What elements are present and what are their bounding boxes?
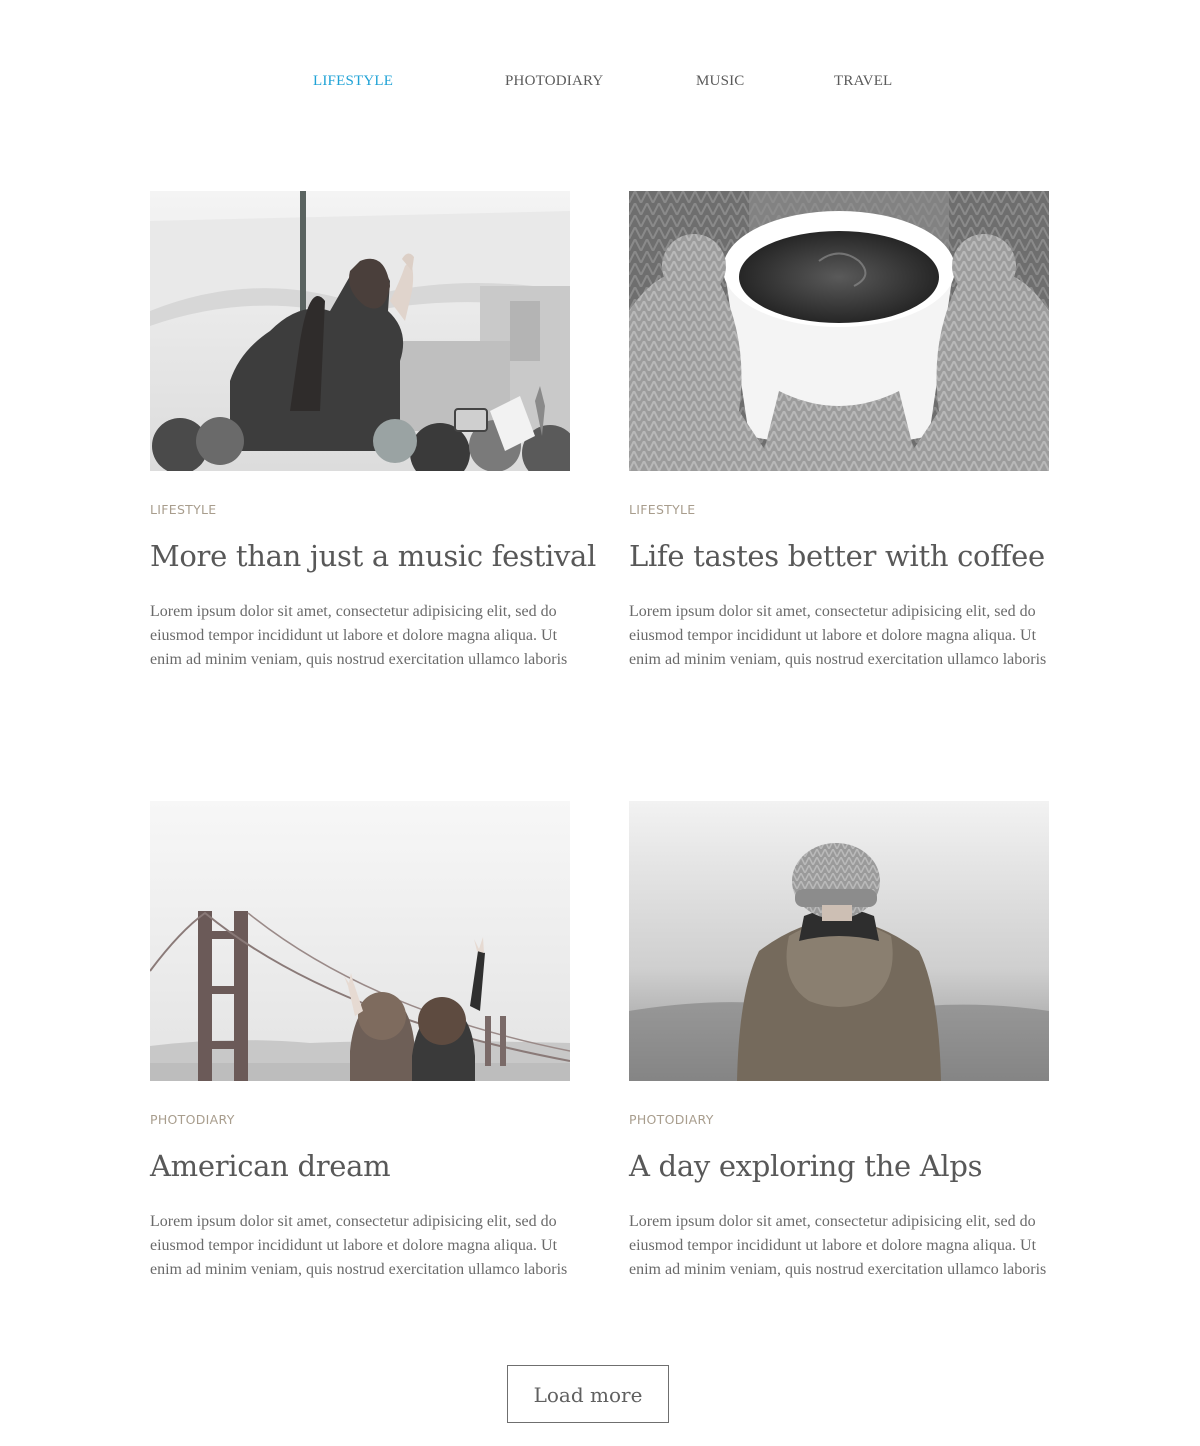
post-category[interactable]: PHOTODIARY: [150, 1112, 235, 1130]
nav-item-music[interactable]: MUSIC: [696, 73, 745, 90]
hiker-in-beanie-photo: [629, 801, 1049, 1081]
post-image[interactable]: [150, 191, 570, 471]
post-card: LIFESTYLE Life tastes better with coffee…: [629, 191, 1049, 688]
post-category[interactable]: LIFESTYLE: [629, 502, 696, 520]
post-category[interactable]: PHOTODIARY: [629, 1112, 714, 1130]
post-card: LIFESTYLE More than just a music festiva…: [150, 191, 596, 688]
excerpt-line: eiusmod tempor incididunt ut labore et d…: [150, 627, 558, 645]
concert-crowd-photo: [150, 191, 570, 471]
nav-item-photodiary[interactable]: PHOTODIARY: [505, 73, 603, 90]
post-title[interactable]: A day exploring the Alps: [629, 1146, 1049, 1186]
post-excerpt: Lorem ipsum dolor sit amet, consectetur …: [150, 600, 570, 672]
post-card: PHOTODIARY A day exploring the Alps Lore…: [629, 801, 1049, 1298]
category-nav: LIFESTYLE PHOTODIARY MUSIC TRAVEL: [0, 73, 1200, 93]
excerpt-line: enim ad minim veniam, quis nostrud exerc…: [150, 651, 568, 669]
load-more-button[interactable]: Load more: [507, 1365, 669, 1423]
excerpt-line: eiusmod tempor incididunt ut labore et d…: [150, 1237, 558, 1255]
excerpt-line: enim ad minim veniam, quis nostrud exerc…: [150, 1261, 568, 1279]
post-card: PHOTODIARY American dream Lorem ipsum do…: [150, 801, 570, 1298]
post-image[interactable]: [150, 801, 570, 1081]
coffee-cup-mittens-photo: [629, 191, 1049, 471]
excerpt-line: Lorem ipsum dolor sit amet, consectetur …: [150, 603, 557, 621]
post-category[interactable]: LIFESTYLE: [150, 502, 217, 520]
nav-item-travel[interactable]: TRAVEL: [834, 73, 892, 90]
post-excerpt: Lorem ipsum dolor sit amet, consectetur …: [629, 600, 1049, 672]
post-title[interactable]: American dream: [150, 1146, 570, 1186]
nav-item-lifestyle[interactable]: LIFESTYLE: [313, 73, 393, 90]
post-title[interactable]: Life tastes better with coffee: [629, 536, 1049, 576]
excerpt-line: enim ad minim veniam, quis nostrud exerc…: [629, 651, 1047, 669]
post-title[interactable]: More than just a music festival: [150, 536, 596, 576]
post-excerpt: Lorem ipsum dolor sit amet, consectetur …: [150, 1210, 570, 1282]
excerpt-line: eiusmod tempor incididunt ut labore et d…: [629, 1237, 1037, 1255]
golden-gate-bridge-photo: [150, 801, 570, 1081]
excerpt-line: Lorem ipsum dolor sit amet, consectetur …: [629, 1213, 1036, 1231]
post-excerpt: Lorem ipsum dolor sit amet, consectetur …: [629, 1210, 1049, 1282]
excerpt-line: Lorem ipsum dolor sit amet, consectetur …: [629, 603, 1036, 621]
excerpt-line: enim ad minim veniam, quis nostrud exerc…: [629, 1261, 1047, 1279]
post-image[interactable]: [629, 801, 1049, 1081]
excerpt-line: Lorem ipsum dolor sit amet, consectetur …: [150, 1213, 557, 1231]
excerpt-line: eiusmod tempor incididunt ut labore et d…: [629, 627, 1037, 645]
post-image[interactable]: [629, 191, 1049, 471]
